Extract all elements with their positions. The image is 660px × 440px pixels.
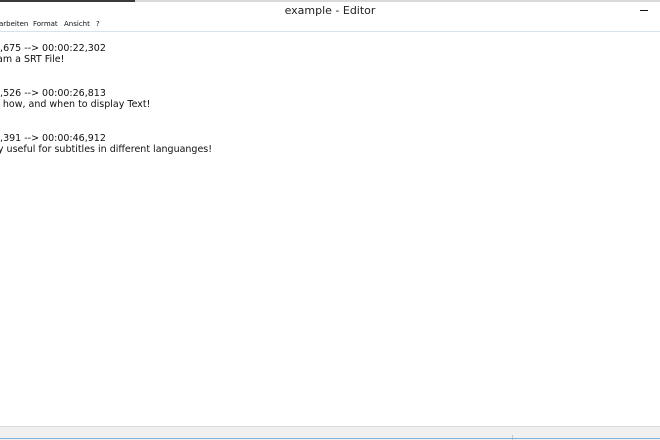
text-line: 7,675 --> 00:00:22,302 (0, 43, 106, 54)
status-accent-line (0, 438, 660, 439)
text-line: ry useful for subtitles in different lan… (0, 144, 213, 155)
text-editor-area[interactable]: 7,675 --> 00:00:22,302 am a SRT File! 2,… (0, 32, 660, 426)
text-line: e how, and when to display Text! (0, 99, 151, 110)
menu-bar: arbeiten Format Ansicht ? (0, 19, 660, 32)
menu-item-format[interactable]: Format (33, 20, 58, 28)
text-line: 9,391 --> 00:00:46,912 (0, 133, 106, 144)
editor-window: example - Editor arbeiten Format Ansicht… (0, 0, 660, 440)
menu-item-bearbeiten[interactable]: arbeiten (0, 20, 28, 28)
menu-item-ansicht[interactable]: Ansicht (64, 20, 90, 28)
title-bar[interactable]: example - Editor (0, 2, 660, 19)
status-bar (0, 426, 660, 440)
minimize-icon[interactable] (638, 5, 650, 17)
text-line: 2,526 --> 00:00:26,813 (0, 88, 106, 99)
text-line: am a SRT File! (0, 54, 65, 65)
window-title: example - Editor (284, 4, 376, 17)
menu-item-help[interactable]: ? (96, 20, 100, 28)
